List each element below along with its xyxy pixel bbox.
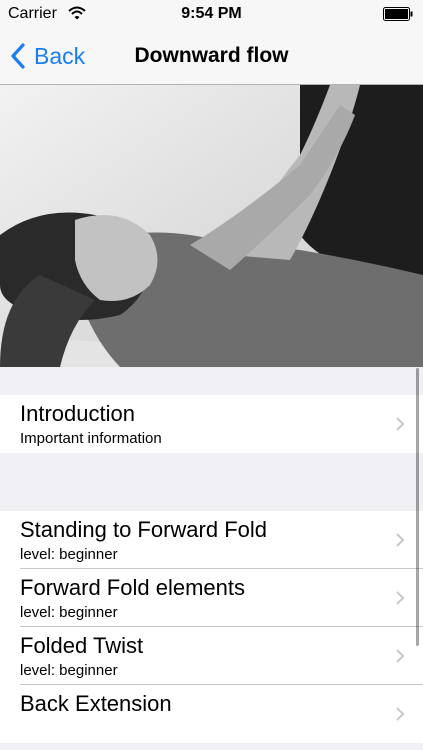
poses-section: Standing to Forward Fold level: beginner… <box>0 511 423 743</box>
chevron-right-icon <box>396 649 405 663</box>
row-subtitle: Important information <box>20 430 162 447</box>
hero-image <box>0 85 423 367</box>
row-title: Back Extension <box>20 691 172 716</box>
chevron-right-icon <box>396 707 405 721</box>
list-item-pose[interactable]: Back Extension <box>0 685 423 743</box>
row-title: Introduction <box>20 401 135 426</box>
row-subtitle: level: beginner <box>20 604 118 621</box>
chevron-right-icon <box>396 533 405 547</box>
row-subtitle: level: beginner <box>20 662 118 679</box>
row-title: Folded Twist <box>20 633 144 658</box>
list-item-pose[interactable]: Forward Fold elements level: beginner <box>0 569 423 627</box>
row-title: Forward Fold elements <box>20 575 245 600</box>
chevron-right-icon <box>396 417 405 431</box>
row-subtitle: level: beginner <box>20 546 118 563</box>
clock: 9:54 PM <box>181 5 242 22</box>
chevron-right-icon <box>396 591 405 605</box>
status-bar: Carrier 9:54 PM <box>0 0 423 30</box>
row-title: Standing to Forward Fold <box>20 517 268 542</box>
hero-photo <box>0 85 423 367</box>
navigation-bar: Back Downward flow <box>0 30 423 85</box>
scroll-indicator[interactable] <box>416 368 419 646</box>
intro-section: Introduction Important information <box>0 395 423 453</box>
page-title: Downward flow <box>134 44 289 67</box>
list-item-introduction[interactable]: Introduction Important information <box>0 395 423 453</box>
battery-icon <box>383 7 413 21</box>
list-item-pose[interactable]: Folded Twist level: beginner <box>0 627 423 685</box>
list-item-pose[interactable]: Standing to Forward Fold level: beginner <box>0 511 423 569</box>
